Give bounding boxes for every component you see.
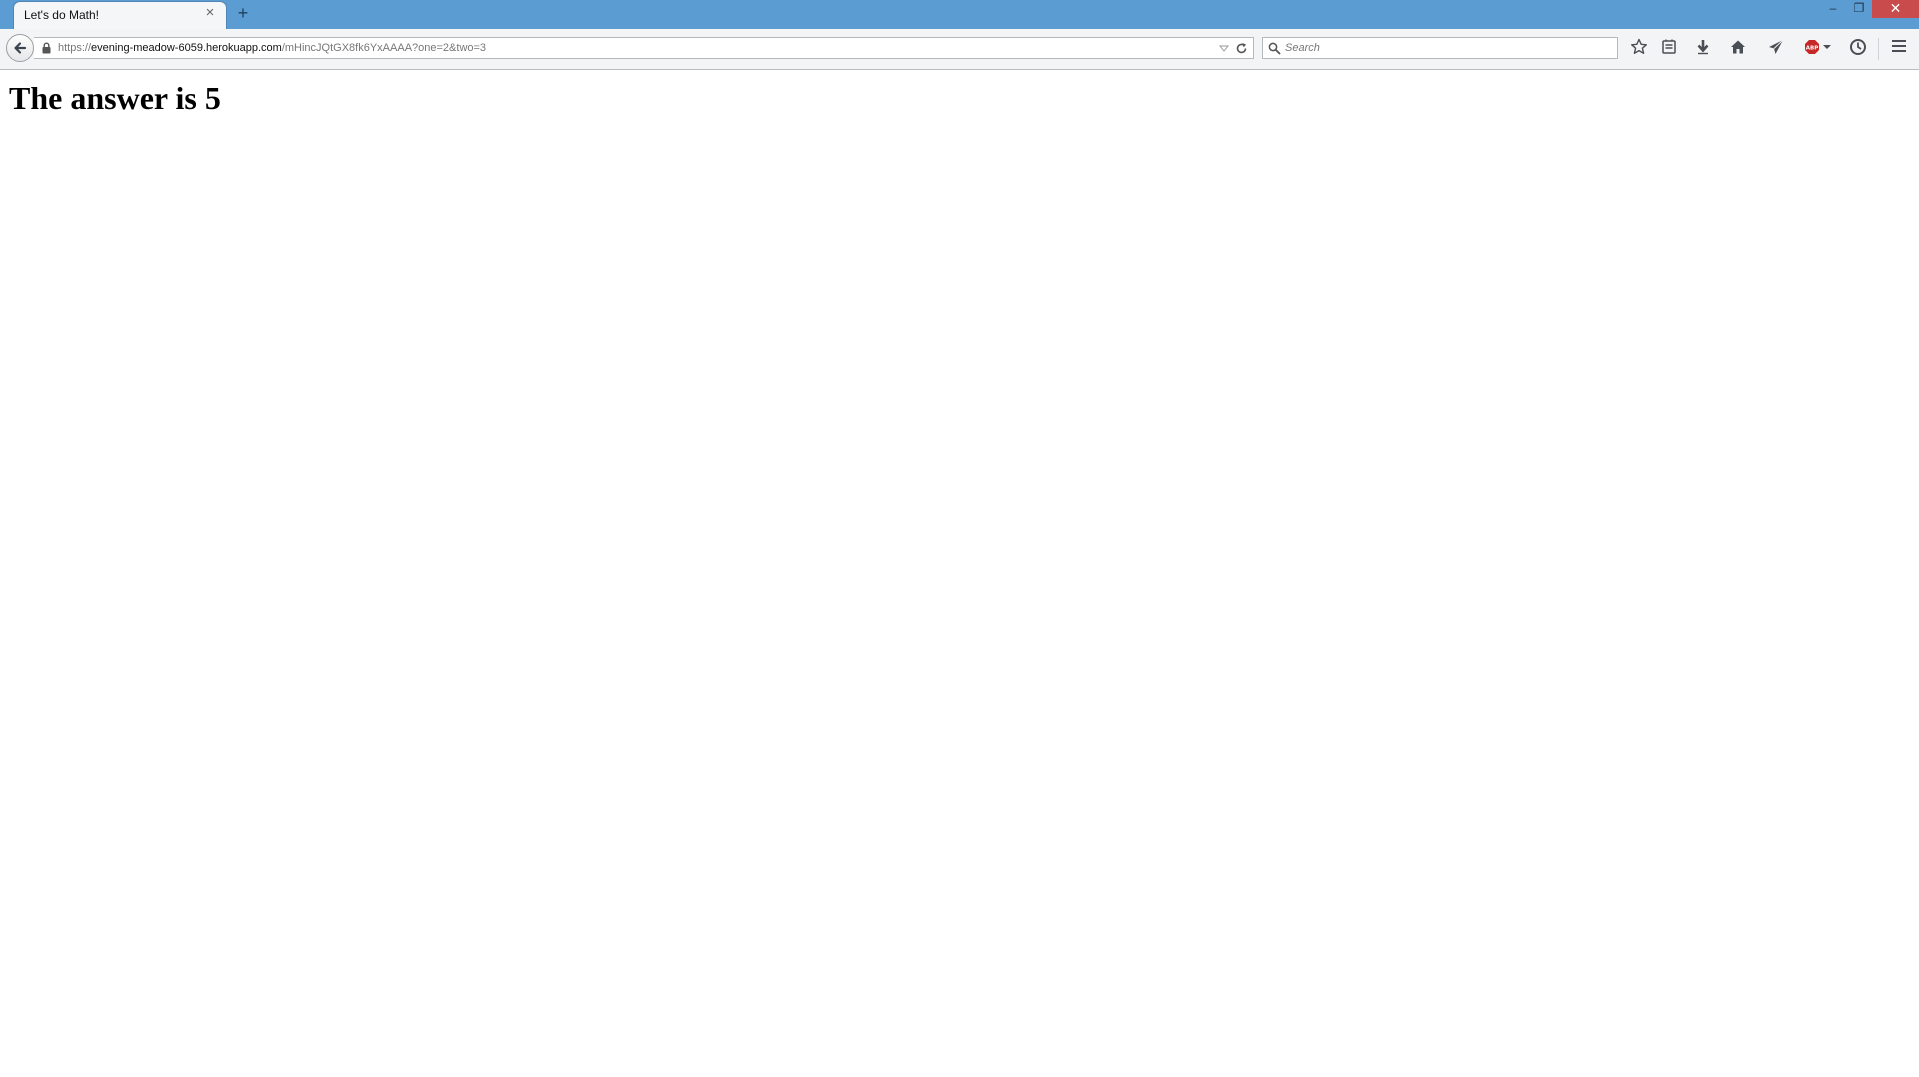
download-icon [1697,40,1709,55]
back-arrow-icon [14,42,27,54]
send-icon [1769,39,1784,54]
history-button[interactable] [1847,38,1869,58]
toolbar-separator [1878,38,1879,60]
tab-title: Let's do Math! [24,8,99,22]
download-button[interactable] [1692,38,1714,58]
send-button[interactable] [1765,38,1787,58]
home-icon [1731,40,1745,54]
bookmark-star-icon [1631,38,1647,54]
history-icon [1850,39,1866,55]
restore-button[interactable]: ❐ [1846,0,1872,18]
close-window-button[interactable]: ✕ [1872,0,1919,18]
reading-list-button[interactable] [1658,38,1680,58]
reading-list-icon [1662,39,1676,54]
search-input[interactable] [1285,40,1605,56]
adblock-button[interactable]: ABP [1802,38,1834,58]
url-host: evening-meadow-6059.herokuapp.com [91,42,282,54]
search-icon [1268,42,1281,55]
browser-titlebar: Let's do Math! × + – ❐ ✕ [0,0,1919,29]
url-scheme: https:// [58,42,92,54]
url-text: https://evening-meadow-6059.herokuapp.co… [58,42,486,54]
menu-icon [1892,40,1906,52]
menu-button[interactable] [1888,38,1910,58]
minimize-button[interactable]: – [1820,0,1846,18]
home-button[interactable] [1727,38,1749,58]
adblock-icon: ABP [1805,40,1831,54]
bookmark-star-button[interactable] [1628,38,1650,58]
address-bar[interactable]: https://evening-meadow-6059.herokuapp.co… [34,37,1254,59]
answer-heading: The answer is 5 [9,80,221,116]
navigation-toolbar: https://evening-meadow-6059.herokuapp.co… [0,29,1919,70]
svg-text:ABP: ABP [1806,46,1818,52]
tab-close-icon[interactable]: × [203,5,217,20]
lock-icon [42,42,51,54]
search-bar[interactable] [1262,37,1618,59]
active-tab[interactable]: Let's do Math! × [14,2,226,29]
history-dropdown-icon[interactable] [1219,45,1229,52]
page-content: The answer is 5 [0,70,1919,1077]
url-path: /mHincJQtGX8fk6YxAAAA?one=2&two=3 [281,42,487,54]
new-tab-button[interactable]: + [234,4,252,22]
back-button[interactable] [6,34,34,62]
reload-icon[interactable] [1235,42,1248,55]
